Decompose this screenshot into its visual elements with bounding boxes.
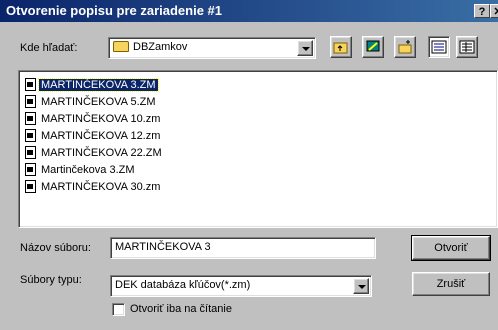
list-item[interactable]: MARTINČEKOVA 22.ZM [25, 145, 164, 161]
lookin-combo[interactable]: DBZamkov [108, 37, 316, 59]
list-item[interactable]: Martinčekova 3.ZM [25, 162, 137, 178]
file-icon [25, 180, 36, 193]
new-folder-icon[interactable] [394, 36, 416, 58]
lookin-value-wrap: DBZamkov [113, 41, 187, 53]
file-icon [25, 95, 36, 108]
title-bar: Otvorenie popisu pre zariadenie #1 ? ✕ [0, 0, 498, 22]
dialog-title: Otvorenie popisu pre zariadenie #1 [6, 3, 223, 18]
filetype-label: Súbory typu: [20, 274, 82, 286]
filetype-combo[interactable]: DEK databáza kľúčov(*.zm) [110, 275, 372, 297]
list-item[interactable]: MARTINČEKOVA 12.zm [25, 128, 162, 144]
readonly-label[interactable]: Otvoriť iba na čítanie [130, 303, 232, 315]
lookin-value: DBZamkov [133, 41, 188, 53]
readonly-checkbox[interactable] [112, 303, 125, 316]
file-list[interactable]: MARTINČEKOVA 3.ZM MARTINČEKOVA 5.ZM MART… [18, 70, 498, 228]
filetype-value: DEK databáza kľúčov(*.zm) [115, 279, 251, 291]
open-button[interactable]: Otvoriť [411, 235, 491, 261]
help-button[interactable]: ? [474, 4, 490, 18]
lookin-label: Kde hľadať: [20, 42, 78, 54]
list-item[interactable]: MARTINČEKOVA 10.zm [25, 111, 162, 127]
file-icon [25, 78, 36, 91]
chevron-down-icon[interactable] [297, 40, 313, 56]
filename-value: MARTINČEKOVA 3 [115, 241, 211, 253]
list-item[interactable]: MARTINČEKOVA 30.zm [25, 179, 162, 195]
folder-icon [113, 41, 129, 52]
list-item[interactable]: MARTINČEKOVA 3.ZM [25, 77, 159, 93]
file-icon [25, 146, 36, 159]
file-icon [25, 129, 36, 142]
filename-field[interactable]: MARTINČEKOVA 3 [110, 237, 376, 259]
filename-label: Názov súboru: [20, 242, 91, 254]
details-view-icon[interactable] [456, 36, 478, 58]
desktop-icon[interactable] [362, 36, 384, 58]
list-view-icon[interactable] [428, 36, 450, 58]
close-button[interactable]: ✕ [490, 4, 498, 18]
chevron-down-icon[interactable] [353, 278, 369, 294]
list-item[interactable]: MARTINČEKOVA 5.ZM [25, 94, 158, 110]
file-icon [25, 163, 36, 176]
up-folder-icon[interactable] [330, 36, 352, 58]
open-dialog: Otvorenie popisu pre zariadenie #1 ? ✕ K… [0, 0, 498, 330]
cancel-button[interactable]: Zrušiť [412, 272, 490, 296]
file-icon [25, 112, 36, 125]
